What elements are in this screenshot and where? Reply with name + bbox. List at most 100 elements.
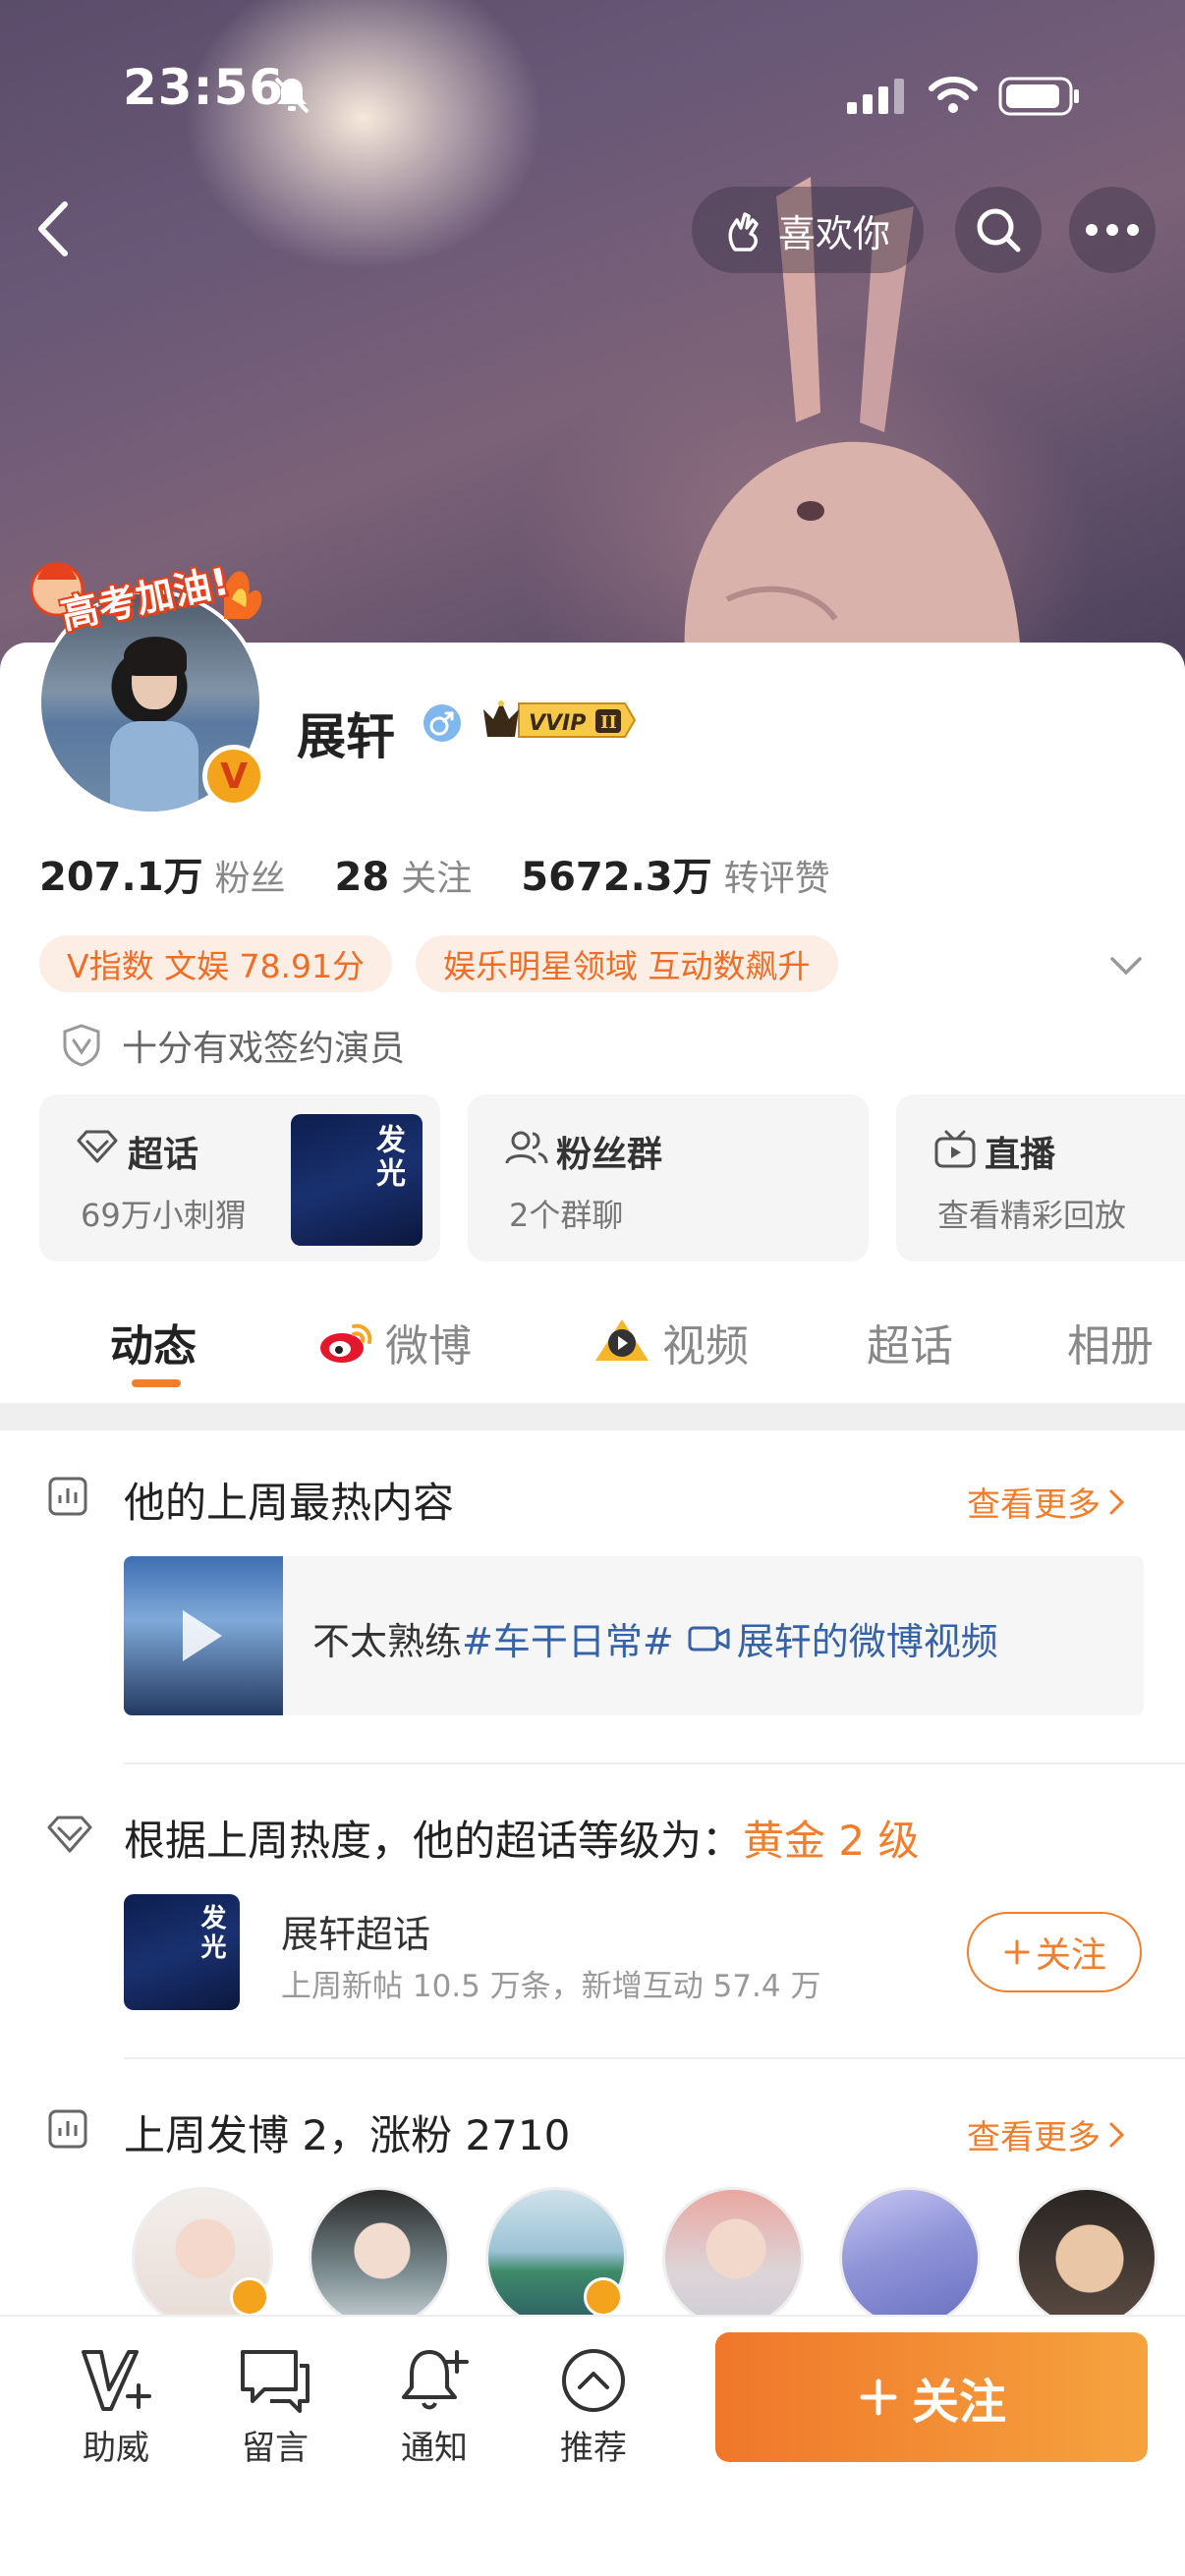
group-icon <box>505 1131 548 1164</box>
tv-icon <box>934 1130 976 1168</box>
bell-plus-icon <box>402 2350 469 2410</box>
profile-tags: V指数 文娱 78.91分 娱乐明星领域 互动数飙升 <box>39 935 862 992</box>
bell-mute-icon <box>274 77 310 114</box>
vvip-level: II <box>600 712 617 733</box>
chevron-right-icon <box>1109 1489 1125 1514</box>
tile-supertopic[interactable]: 超话 69万小刺猬 发光 <box>39 1094 440 1261</box>
tab-supertopic[interactable]: 超话 <box>867 1311 953 1373</box>
supertopic-stats: 上周新帖 10.5 万条，新增互动 57.4 万 <box>281 1969 821 2004</box>
posts-summary: 上周发博 2，涨粉 2710 <box>124 2111 571 2159</box>
verified-badge <box>584 2277 623 2317</box>
notify-button[interactable]: 通知 <box>375 2346 493 2469</box>
shield-v-icon <box>63 1024 100 1067</box>
vvip-badge[interactable]: VVIP II <box>480 698 637 743</box>
divider <box>124 2057 1185 2059</box>
supertopic-thumbnail: 发光 <box>291 1114 423 1246</box>
search-icon <box>977 208 1021 252</box>
tab-video-label: 视频 <box>662 1321 749 1372</box>
diamond-icon <box>47 1816 92 1853</box>
profile-name: 展轩 <box>297 708 395 765</box>
bottom-action-bar: 助威 留言 通知 推荐 关注 <box>0 2315 1185 2576</box>
certification: 十分有戏签约演员 <box>59 1020 405 1071</box>
tile-fan-group-subtitle: 2个群聊 <box>509 1197 624 1234</box>
tile-supertopic-title: 超话 <box>128 1135 199 1175</box>
divider <box>124 1763 1185 1764</box>
weibo-icon <box>320 1323 372 1363</box>
tab-activity[interactable]: 动态 <box>110 1311 197 1373</box>
male-gender-icon <box>423 704 461 742</box>
level-value: 黄金 2 级 <box>743 1817 920 1865</box>
follow-button[interactable]: 关注 <box>715 2332 1148 2462</box>
supertopic-avatar[interactable]: 发光 <box>124 1894 240 2010</box>
recommend-button[interactable]: 推荐 <box>535 2346 652 2469</box>
play-icon <box>183 1610 222 1661</box>
more-link-label: 查看更多 <box>967 2118 1100 2157</box>
interactions-label: 转评赞 <box>723 859 830 899</box>
feature-tiles: 超话 69万小刺猬 发光 粉丝群 2个群聊 直播 查看精彩回放 <box>39 1094 1185 1261</box>
tile-supertopic-subtitle: 69万小刺猬 <box>81 1197 247 1234</box>
verified-badge: V <box>202 745 265 808</box>
tab-album-label: 相册 <box>1067 1321 1154 1372</box>
tile-fan-group-title: 粉丝群 <box>556 1135 663 1175</box>
hand-heart-icon <box>728 212 759 252</box>
signal-icon <box>847 79 904 114</box>
plus-icon <box>860 2379 897 2416</box>
tab-weibo-label: 微博 <box>385 1321 472 1372</box>
hot-video-card[interactable]: 不太熟练 #车干日常# 展轩的微博视频 <box>124 1556 1144 1715</box>
section-gap <box>0 1403 1185 1430</box>
message-button[interactable]: 留言 <box>216 2346 334 2469</box>
tile-live[interactable]: 直播 查看精彩回放 <box>896 1094 1185 1261</box>
message-label: 留言 <box>242 2429 309 2468</box>
video-topic-link[interactable]: #车干日常# <box>462 1611 674 1665</box>
cheer-button[interactable]: 助威 <box>57 2346 175 2469</box>
video-thumbnail <box>124 1556 283 1715</box>
supertopic-name[interactable]: 展轩超话 <box>281 1904 430 1958</box>
follow-supertopic-button[interactable]: 关注 <box>967 1912 1142 1992</box>
domain-rank-tag[interactable]: 娱乐明星领域 互动数飙升 <box>416 935 838 992</box>
active-tab-indicator <box>132 1379 181 1387</box>
chevron-up-circle-icon <box>562 2349 625 2412</box>
fan-avatar[interactable] <box>839 2187 981 2328</box>
level-prefix: 根据上周热度，他的超话等级为： <box>124 1817 744 1865</box>
thumb-text: 发光 <box>370 1124 405 1191</box>
interactions-count: 5672.3万 <box>521 855 712 900</box>
new-fans-avatars <box>132 2187 1185 2328</box>
following-label[interactable]: 关注 <box>401 850 472 901</box>
chevron-down-icon[interactable] <box>1106 945 1146 984</box>
video-play-icon <box>595 1319 649 1361</box>
supertopic-level-line: 根据上周热度，他的超话等级为：黄金 2 级 <box>124 1808 919 1868</box>
follow-small-label: 关注 <box>1035 1935 1106 1976</box>
posts-more-link[interactable]: 查看更多 <box>967 2110 1128 2158</box>
plus-icon <box>1004 1939 1030 1965</box>
back-arrow-icon[interactable] <box>28 196 77 261</box>
tab-activity-label: 动态 <box>110 1321 197 1372</box>
video-caption-text: 不太熟练 <box>312 1620 463 1663</box>
verified-badge <box>230 2277 269 2317</box>
v-plus-icon <box>82 2350 151 2411</box>
tab-album[interactable]: 相册 <box>1067 1311 1154 1373</box>
fan-avatar[interactable] <box>1016 2187 1157 2328</box>
like-you-label: 喜欢你 <box>778 211 891 255</box>
tile-fan-group[interactable]: 粉丝群 2个群聊 <box>468 1094 869 1261</box>
search-button[interactable] <box>955 187 1042 273</box>
following-count[interactable]: 28 <box>335 855 390 900</box>
video-camera-icon <box>688 1626 730 1651</box>
hot-content-more-link[interactable]: 查看更多 <box>967 1478 1128 1526</box>
v-index-tag[interactable]: V指数 文娱 78.91分 <box>39 935 393 992</box>
more-dots-icon <box>1086 224 1139 236</box>
tab-video[interactable]: 视频 <box>592 1311 749 1373</box>
bar-chart-icon <box>48 1477 87 1516</box>
video-source-link[interactable]: 展轩的微博视频 <box>737 1611 998 1665</box>
fans-count[interactable]: 207.1万 <box>39 845 203 902</box>
video-caption: 不太熟练 #车干日常# 展轩的微博视频 <box>312 1611 998 1665</box>
recommend-label: 推荐 <box>560 2429 627 2468</box>
fans-label[interactable]: 粉丝 <box>215 850 286 901</box>
tab-weibo[interactable]: 微博 <box>316 1311 472 1373</box>
like-you-button[interactable]: 喜欢你 <box>692 187 924 273</box>
fan-avatar[interactable] <box>662 2187 804 2328</box>
status-bar: 23:56 <box>0 59 1185 128</box>
more-button[interactable] <box>1069 187 1156 273</box>
bar-chart-icon <box>48 2109 87 2149</box>
notify-label: 通知 <box>401 2429 468 2468</box>
fan-avatar[interactable] <box>309 2187 450 2328</box>
